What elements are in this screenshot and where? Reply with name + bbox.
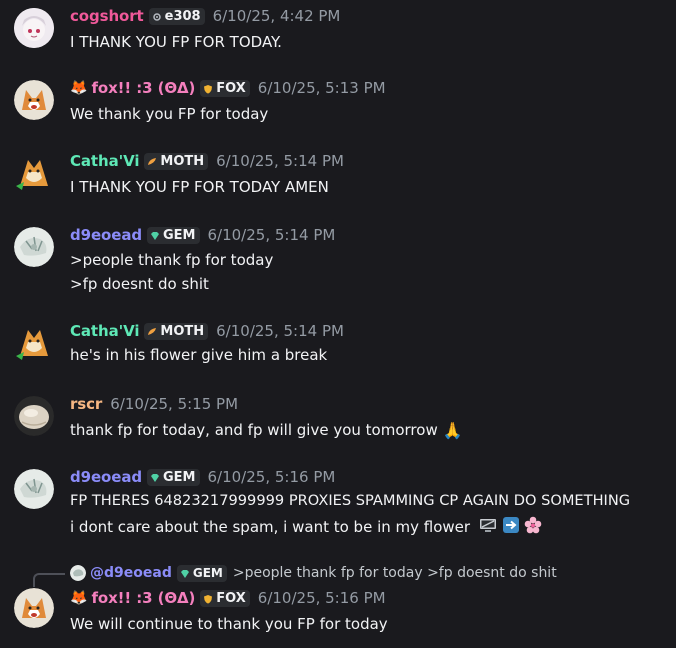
fox-emoji: 🦊 <box>70 590 88 606</box>
avatar-catha[interactable] <box>14 152 54 192</box>
reply-avatar <box>70 565 86 581</box>
message-header: cogshort e308 6/10/25, 4:42 PM <box>70 6 340 26</box>
folded-hands-emoji: 🙏 <box>442 420 463 440</box>
message-d9eoead: d9eoead GEM 6/10/25, 5:14 PM >people tha… <box>0 219 676 299</box>
message-header: d9eoead GEM 6/10/25, 5:16 PM <box>70 467 335 487</box>
username[interactable]: Catha'Vi <box>70 152 139 170</box>
message-text: I THANK YOU FP FOR TODAY AMEN <box>70 178 329 196</box>
wing-icon <box>147 326 157 336</box>
message-header: Catha'Vi MOTH 6/10/25, 5:14 PM <box>70 151 344 171</box>
server-tag[interactable]: FOX <box>200 79 250 97</box>
avatar-fox[interactable] <box>14 588 54 628</box>
message-text: thank fp for today, and fp will give you… <box>70 420 463 440</box>
message-fox: 🦊 fox!! :3 (ΘΔ) FOX 6/10/25, 5:13 PM We … <box>0 72 676 136</box>
message-cogshort: cogshort e308 6/10/25, 4:42 PM I THANK Y… <box>0 0 676 64</box>
message-header: 🦊 fox!! :3 (ΘΔ) FOX 6/10/25, 5:16 PM <box>70 588 386 608</box>
reply-mention[interactable]: @d9eoead <box>90 565 172 581</box>
cherry-blossom-icon <box>524 516 542 539</box>
avatar-rscr[interactable] <box>14 396 54 436</box>
wing-icon <box>147 156 157 166</box>
server-tag[interactable]: GEM <box>147 468 200 486</box>
message-fox-2: 🦊 fox!! :3 (ΘΔ) FOX 6/10/25, 5:16 PM We … <box>0 580 676 644</box>
message-text: We thank you FP for today <box>70 105 269 123</box>
message-text: >fp doesnt do shit <box>70 275 209 293</box>
timestamp[interactable]: 6/10/25, 5:16 PM <box>258 589 386 607</box>
server-tag[interactable]: MOTH <box>144 152 209 170</box>
shield-icon <box>203 593 213 604</box>
gem-icon <box>150 472 160 482</box>
avatar-fox[interactable] <box>14 80 54 120</box>
message-catha: Catha'Vi MOTH 6/10/25, 5:14 PM I THANK Y… <box>0 145 676 209</box>
message-header: d9eoead GEM 6/10/25, 5:14 PM <box>70 225 335 245</box>
username[interactable]: fox!! :3 (ΘΔ) <box>91 589 195 607</box>
timestamp[interactable]: 6/10/25, 5:13 PM <box>258 79 386 97</box>
server-tag[interactable]: MOTH <box>144 322 209 340</box>
timestamp[interactable]: 6/10/25, 4:42 PM <box>213 7 341 25</box>
timestamp[interactable]: 6/10/25, 5:14 PM <box>208 226 336 244</box>
server-tag[interactable]: GEM <box>147 226 200 244</box>
avatar-d9eoead[interactable] <box>14 227 54 267</box>
computer-icon <box>479 516 497 539</box>
timestamp[interactable]: 6/10/25, 5:14 PM <box>216 322 344 340</box>
message-text: >people thank fp for today <box>70 251 274 269</box>
avatar-d9eoead[interactable] <box>14 469 54 509</box>
message-text: FP THERES 64823217999999 PROXIES SPAMMIN… <box>70 492 631 509</box>
server-tag[interactable]: GEM <box>176 564 227 582</box>
message-header: rscr 6/10/25, 5:15 PM <box>70 394 238 414</box>
gem-icon <box>150 230 160 240</box>
server-tag[interactable]: FOX <box>200 589 250 607</box>
message-d9eoead-2: d9eoead GEM 6/10/25, 5:16 PM FP THERES 6… <box>0 461 676 551</box>
username[interactable]: d9eoead <box>70 226 142 244</box>
username[interactable]: d9eoead <box>70 468 142 486</box>
timestamp[interactable]: 6/10/25, 5:14 PM <box>216 152 344 170</box>
shield-icon <box>203 83 213 94</box>
username[interactable]: Catha'Vi <box>70 322 139 340</box>
gem-icon <box>180 568 190 578</box>
message-header: Catha'Vi MOTH 6/10/25, 5:14 PM <box>70 321 344 341</box>
reply-text[interactable]: >people thank fp for today >fp doesnt do… <box>233 565 557 581</box>
username[interactable]: rscr <box>70 395 102 413</box>
timestamp[interactable]: 6/10/25, 5:16 PM <box>208 468 336 486</box>
message-catha-2: Catha'Vi MOTH 6/10/25, 5:14 PM he's in h… <box>0 315 676 379</box>
message-rscr: rscr 6/10/25, 5:15 PM thank fp for today… <box>0 388 676 452</box>
message-text: he's in his flower give him a break <box>70 346 328 364</box>
gear-icon <box>152 11 162 21</box>
fox-emoji: 🦊 <box>70 80 88 96</box>
timestamp[interactable]: 6/10/25, 5:15 PM <box>110 395 238 413</box>
message-text: We will continue to thank you FP for tod… <box>70 615 388 633</box>
username[interactable]: fox!! :3 (ΘΔ) <box>91 79 195 97</box>
message-header: 🦊 fox!! :3 (ΘΔ) FOX 6/10/25, 5:13 PM <box>70 78 386 98</box>
server-tag[interactable]: e308 <box>148 7 205 25</box>
message-text: I THANK YOU FP FOR TODAY. <box>70 33 282 51</box>
username[interactable]: cogshort <box>70 7 144 25</box>
message-text: i dont care about the spam, i want to be… <box>70 516 542 539</box>
avatar-catha[interactable] <box>14 322 54 362</box>
avatar-cogshort[interactable] <box>14 8 54 48</box>
right-arrow-icon <box>502 516 520 539</box>
